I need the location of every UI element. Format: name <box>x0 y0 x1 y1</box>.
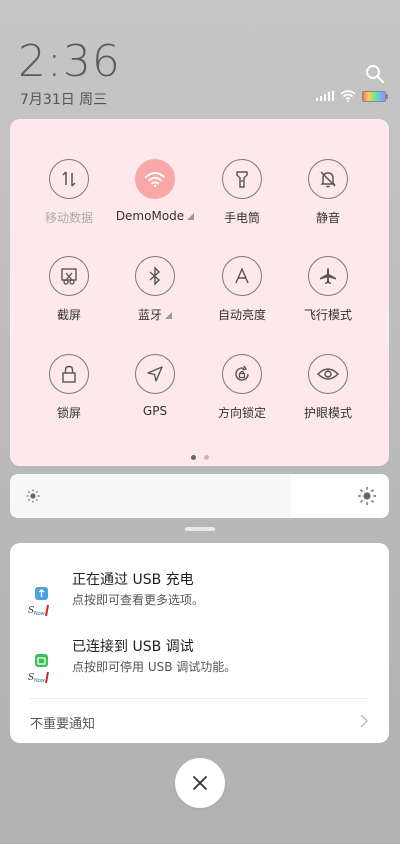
usb-debug-app-icon: S Now <box>28 646 54 692</box>
tile-label: 静音 <box>315 211 340 225</box>
tile-screenshot[interactable]: 截屏 <box>24 256 114 323</box>
svg-text:Now: Now <box>34 678 45 684</box>
page-dot <box>203 455 209 460</box>
notification-title: 正在通过 USB 充电 <box>72 572 194 588</box>
eye-icon <box>308 354 348 394</box>
notification-usb-charging[interactable]: S Now 正在通过 USB 充电 点按即可查看更多选项。 <box>10 569 389 629</box>
tile-gps[interactable]: GPS <box>110 354 200 418</box>
tile-eye-care[interactable]: 护眼模式 <box>283 354 373 421</box>
screenshot-icon <box>49 256 89 296</box>
signal-icon <box>316 91 334 101</box>
close-icon <box>193 776 207 790</box>
quick-settings-panel: 移动数据 DemoMode 手电筒 静音 截屏 蓝牙 自动亮度 飞行模式 锁屏 … <box>10 119 389 466</box>
notification-subtitle: 点按即可停用 USB 调试功能。 <box>72 660 237 674</box>
battery-icon <box>362 90 388 102</box>
chevron-right-icon[interactable] <box>359 713 369 733</box>
brightness-slider[interactable] <box>10 474 389 518</box>
page-dot-active <box>190 455 196 460</box>
tile-label: 蓝牙 <box>110 306 200 323</box>
brightness-fill <box>10 474 291 518</box>
notification-subtitle: 点按即可查看更多选项。 <box>72 593 205 607</box>
brightness-low-icon <box>26 489 40 503</box>
tile-label: 截屏 <box>56 308 81 322</box>
tile-label: 移动数据 <box>44 211 93 225</box>
date-label: 7月31日 周三 <box>20 92 108 108</box>
notification-title: 已连接到 USB 调试 <box>72 639 194 655</box>
notification-card: S Now 正在通过 USB 充电 点按即可查看更多选项。 S Now 已连接到… <box>10 543 389 743</box>
tile-mobile-data[interactable]: 移动数据 <box>24 159 114 226</box>
tile-flashlight[interactable]: 手电筒 <box>197 159 287 226</box>
tile-mute[interactable]: 静音 <box>283 159 373 226</box>
mute-icon <box>308 159 348 199</box>
clock: 2:36 <box>18 36 121 87</box>
search-icon[interactable] <box>364 63 386 85</box>
divider <box>30 698 369 699</box>
airplane-icon <box>308 256 348 296</box>
mobile-data-icon <box>49 159 89 199</box>
tile-rotation-lock[interactable]: 方向锁定 <box>197 354 287 421</box>
clear-notifications-button[interactable] <box>175 758 225 808</box>
drag-handle[interactable] <box>185 527 215 531</box>
tile-bluetooth[interactable]: 蓝牙 <box>110 256 200 323</box>
tile-label: 方向锁定 <box>217 406 266 420</box>
expand-triangle-icon <box>165 312 172 319</box>
tile-label: 护眼模式 <box>303 406 352 420</box>
page-indicator <box>10 445 389 464</box>
tile-auto-brightness[interactable]: 自动亮度 <box>197 256 287 323</box>
auto-brightness-icon <box>222 256 262 296</box>
wifi-status-icon <box>340 90 356 102</box>
tile-label: 自动亮度 <box>217 308 266 322</box>
tile-label: 手电筒 <box>223 211 260 225</box>
tile-label: 飞行模式 <box>303 308 352 322</box>
flashlight-icon <box>222 159 262 199</box>
tile-label: GPS <box>142 404 168 418</box>
svg-text:Now: Now <box>34 611 45 617</box>
wifi-icon <box>135 159 175 199</box>
tile-label: DemoMode <box>110 209 200 223</box>
gps-icon <box>135 354 175 394</box>
tile-wifi[interactable]: DemoMode <box>110 159 200 223</box>
expand-triangle-icon <box>187 213 195 220</box>
tile-label: 锁屏 <box>56 406 81 420</box>
status-bar-icons <box>316 90 388 102</box>
unimportant-notifications-link[interactable]: 不重要通知 <box>30 713 95 732</box>
notification-usb-debugging[interactable]: S Now 已连接到 USB 调试 点按即可停用 USB 调试功能。 <box>10 636 389 696</box>
brightness-high-icon <box>358 487 376 505</box>
tile-airplane[interactable]: 飞行模式 <box>283 256 373 323</box>
rotation-lock-icon <box>222 354 262 394</box>
usb-app-icon: S Now <box>28 579 54 625</box>
lock-icon <box>49 354 89 394</box>
bluetooth-icon <box>135 256 175 296</box>
tile-lock-screen[interactable]: 锁屏 <box>24 354 114 421</box>
